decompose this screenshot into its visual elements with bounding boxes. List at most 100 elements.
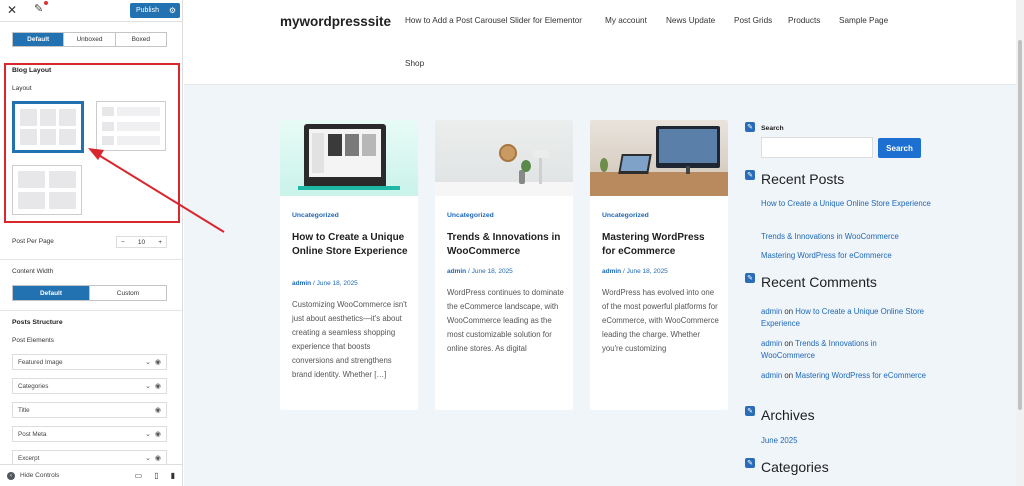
post-meta: admin / June 18, 2025 xyxy=(292,280,358,287)
nav-item-shop[interactable]: Shop xyxy=(405,59,424,68)
search-input[interactable] xyxy=(761,137,873,158)
recent-post-link[interactable]: Mastering WordPress for eCommerce xyxy=(761,250,931,262)
preview-scrollbar[interactable] xyxy=(1016,0,1024,486)
recent-post-link[interactable]: Trends & Innovations in WooCommerce xyxy=(761,231,931,243)
post-element-categories[interactable]: Categories ⌄ ◉ xyxy=(12,378,167,394)
chevron-down-icon[interactable]: ⌄ xyxy=(145,430,151,438)
nav-item-news-update[interactable]: News Update xyxy=(666,16,715,25)
post-excerpt: WordPress has evolved into one of the mo… xyxy=(602,288,719,353)
pencil-icon[interactable]: ✎ xyxy=(34,2,43,15)
edit-widget-icon[interactable]: ✎ xyxy=(745,122,755,132)
post-featured-image[interactable] xyxy=(280,120,418,196)
post-element-title[interactable]: Title ◉ xyxy=(12,402,167,418)
nav-item-post-carousel[interactable]: How to Add a Post Carousel Slider for El… xyxy=(405,16,582,25)
comment-post-link[interactable]: Mastering WordPress for eCommerce xyxy=(795,371,926,380)
post-element-label: Featured Image xyxy=(18,358,63,366)
post-element-label: Post Meta xyxy=(18,430,47,438)
recent-comments-title: Recent Comments xyxy=(761,274,877,290)
post-element-label: Title xyxy=(18,406,30,414)
edit-widget-icon[interactable]: ✎ xyxy=(745,406,755,416)
edit-widget-icon[interactable]: ✎ xyxy=(745,273,755,283)
scrollbar-thumb[interactable] xyxy=(1018,40,1022,410)
comment-author[interactable]: admin xyxy=(761,371,782,380)
recent-post-link[interactable]: How to Create a Unique Online Store Expe… xyxy=(761,198,931,210)
comment-on: on xyxy=(784,339,794,348)
post-author[interactable]: admin xyxy=(602,268,621,275)
search-widget-label: Search xyxy=(761,125,784,132)
customizer-footer: ‹ Hide Controls ▭ ▯ ▮ xyxy=(0,464,182,486)
post-excerpt: Customizing WooCommerce isn't just about… xyxy=(292,300,407,379)
customizer-topbar: ✕ ✎ Publish ⚙ xyxy=(0,0,182,22)
post-element-featured-image[interactable]: Featured Image ⌄ ◉ xyxy=(12,354,167,370)
post-per-page-stepper[interactable]: − 10 + xyxy=(116,236,167,248)
eye-icon[interactable]: ◉ xyxy=(155,454,161,462)
comment-author[interactable]: admin xyxy=(761,339,782,348)
customizer-sidebar: ✕ ✎ Publish ⚙ Default Unboxed Boxed Blog… xyxy=(0,0,183,486)
tab-default[interactable]: Default xyxy=(13,33,65,46)
layout-option-grid-2[interactable] xyxy=(12,165,82,215)
comment-on: on xyxy=(784,371,794,380)
desktop-icon[interactable]: ▭ xyxy=(135,471,143,480)
chevron-down-icon[interactable]: ⌄ xyxy=(145,454,151,462)
site-title[interactable]: mywordpresssite xyxy=(280,14,391,29)
post-card[interactable]: Uncategorized Mastering WordPress for eC… xyxy=(590,120,728,410)
plus-icon[interactable]: + xyxy=(158,239,162,246)
post-element-post-meta[interactable]: Post Meta ⌄ ◉ xyxy=(12,426,167,442)
chevron-down-icon[interactable]: ⌄ xyxy=(145,382,151,390)
tab-boxed[interactable]: Boxed xyxy=(116,33,166,46)
post-category[interactable]: Uncategorized xyxy=(602,212,649,219)
nav-item-post-grids[interactable]: Post Grids xyxy=(734,16,772,25)
tab-content-default[interactable]: Default xyxy=(13,286,90,300)
notification-dot xyxy=(44,1,48,5)
gear-icon[interactable]: ⚙ xyxy=(169,6,176,15)
post-featured-image[interactable] xyxy=(435,120,573,196)
post-element-label: Excerpt xyxy=(18,454,40,462)
mobile-icon[interactable]: ▮ xyxy=(171,471,175,480)
post-category[interactable]: Uncategorized xyxy=(447,212,494,219)
layout-option-grid-3[interactable] xyxy=(12,101,84,153)
archive-link[interactable]: June 2025 xyxy=(761,435,931,447)
post-title[interactable]: How to Create a Unique Online Store Expe… xyxy=(292,231,410,259)
close-icon[interactable]: ✕ xyxy=(7,3,17,17)
edit-widget-icon[interactable]: ✎ xyxy=(745,170,755,180)
eye-icon[interactable]: ◉ xyxy=(155,430,161,438)
posts-structure-title: Posts Structure xyxy=(12,319,63,326)
nav-item-my-account[interactable]: My account xyxy=(605,16,647,25)
tab-content-custom[interactable]: Custom xyxy=(90,286,166,300)
search-button[interactable]: Search xyxy=(878,138,921,158)
tab-unboxed[interactable]: Unboxed xyxy=(64,33,116,46)
collapse-icon[interactable]: ‹ xyxy=(7,471,15,480)
eye-icon[interactable]: ◉ xyxy=(155,406,161,414)
post-card[interactable]: Uncategorized How to Create a Unique Onl… xyxy=(280,120,418,410)
tablet-icon[interactable]: ▯ xyxy=(154,471,158,480)
minus-icon[interactable]: − xyxy=(121,239,125,246)
post-per-page-value: 10 xyxy=(137,238,146,246)
edit-widget-icon[interactable]: ✎ xyxy=(745,458,755,468)
post-title[interactable]: Trends & Innovations in WooCommerce xyxy=(447,231,565,259)
comment-on: on xyxy=(784,307,794,316)
eye-icon[interactable]: ◉ xyxy=(155,358,161,366)
post-date[interactable]: June 18, 2025 xyxy=(627,268,668,275)
comment-author[interactable]: admin xyxy=(761,307,782,316)
publish-button[interactable]: Publish ⚙ xyxy=(130,3,180,18)
post-featured-image[interactable] xyxy=(590,120,728,196)
container-layout-tabs: Default Unboxed Boxed xyxy=(12,32,167,47)
eye-icon[interactable]: ◉ xyxy=(155,382,161,390)
nav-item-products[interactable]: Products xyxy=(788,16,820,25)
post-date[interactable]: June 18, 2025 xyxy=(317,280,358,287)
layout-option-list[interactable] xyxy=(96,101,166,151)
nav-item-sample-page[interactable]: Sample Page xyxy=(839,16,888,25)
hide-controls-button[interactable]: Hide Controls xyxy=(20,472,59,479)
post-date[interactable]: June 18, 2025 xyxy=(472,268,513,275)
post-meta: admin / June 18, 2025 xyxy=(447,268,513,275)
publish-label: Publish xyxy=(136,7,159,14)
post-author[interactable]: admin xyxy=(292,280,311,287)
post-title[interactable]: Mastering WordPress for eCommerce xyxy=(602,231,720,259)
chevron-down-icon[interactable]: ⌄ xyxy=(145,358,151,366)
post-category[interactable]: Uncategorized xyxy=(292,212,339,219)
site-preview: mywordpresssite How to Add a Post Carous… xyxy=(184,0,1016,486)
post-card[interactable]: Uncategorized Trends & Innovations in Wo… xyxy=(435,120,573,410)
recent-comment: admin on How to Create a Unique Online S… xyxy=(761,306,931,330)
archives-title: Archives xyxy=(761,407,815,423)
post-author[interactable]: admin xyxy=(447,268,466,275)
